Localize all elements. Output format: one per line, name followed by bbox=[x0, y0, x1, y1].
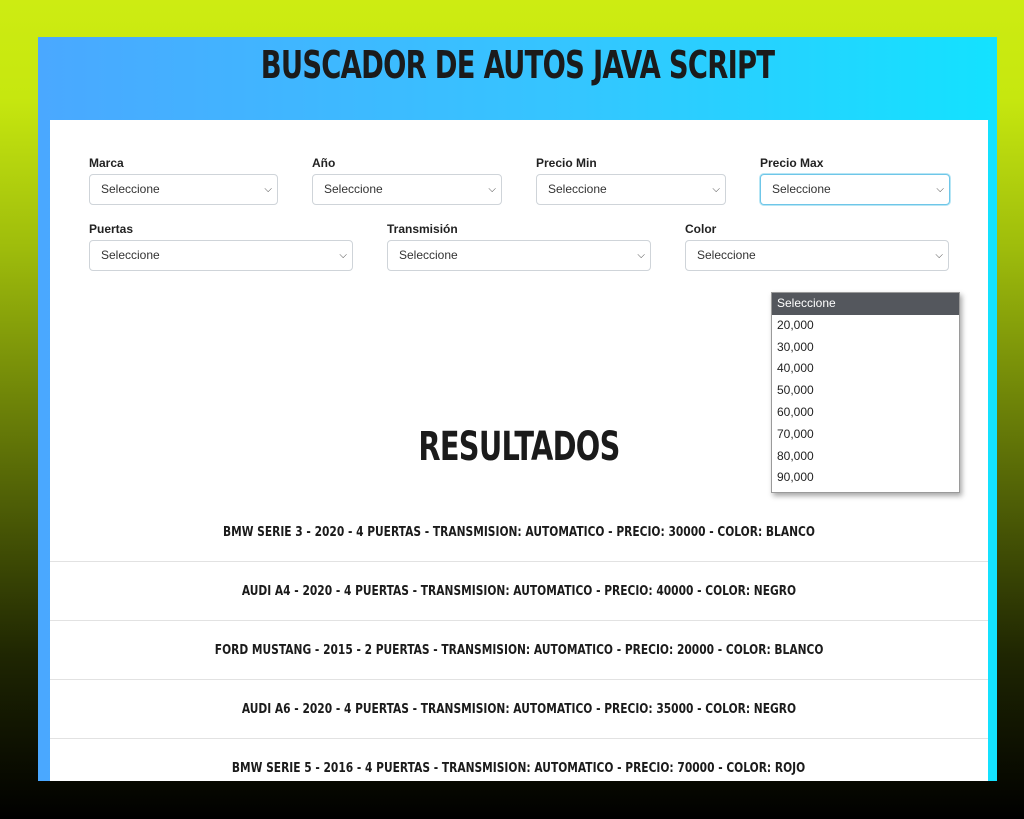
results-title: Resultados bbox=[418, 424, 620, 470]
transmision-select-value: Seleccione bbox=[399, 248, 458, 262]
result-item-text: Ford Mustang - 2015 - 2 Puertas - Transm… bbox=[214, 643, 824, 658]
precio-max-dropdown: Seleccione 20,000 30,000 40,000 50,000 6… bbox=[771, 292, 960, 493]
results-list: BMW Serie 3 - 2020 - 4 Puertas - Transmi… bbox=[50, 503, 988, 781]
precio-min-label: Precio Min bbox=[536, 156, 597, 170]
puertas-field: Puertas Seleccione ⌵ bbox=[89, 222, 353, 271]
result-item: BMW Serie 5 - 2016 - 4 Puertas - Transmi… bbox=[50, 739, 988, 781]
precio-max-select-value: Seleccione bbox=[772, 182, 831, 196]
app-frame: Buscador de Autos Java Script Marca Sele… bbox=[38, 37, 997, 781]
marca-field: Marca Seleccione ⌵ bbox=[89, 156, 278, 205]
chevron-down-icon: ⌵ bbox=[935, 250, 943, 261]
main-panel: Marca Seleccione ⌵ Año Seleccione ⌵ Prec… bbox=[50, 120, 988, 781]
precio-max-field: Precio Max Seleccione ⌵ bbox=[760, 156, 950, 205]
color-select-value: Seleccione bbox=[697, 248, 756, 262]
dropdown-option[interactable]: 50,000 bbox=[772, 380, 959, 402]
dropdown-option[interactable]: Seleccione bbox=[772, 293, 959, 315]
chevron-down-icon: ⌵ bbox=[637, 250, 645, 261]
precio-max-select[interactable]: Seleccione ⌵ bbox=[760, 174, 950, 205]
page-title: Buscador de Autos Java Script bbox=[260, 43, 775, 87]
dropdown-option[interactable]: 20,000 bbox=[772, 315, 959, 337]
chevron-down-icon: ⌵ bbox=[264, 184, 272, 195]
year-select[interactable]: Seleccione ⌵ bbox=[312, 174, 502, 205]
puertas-label: Puertas bbox=[89, 222, 134, 236]
dropdown-option[interactable]: 70,000 bbox=[772, 424, 959, 446]
dropdown-option[interactable]: 60,000 bbox=[772, 402, 959, 424]
result-item-text: BMW Serie 3 - 2020 - 4 Puertas - Transmi… bbox=[223, 525, 815, 540]
result-item: Audi A6 - 2020 - 4 Puertas - Transmision… bbox=[50, 680, 988, 739]
marca-select[interactable]: Seleccione ⌵ bbox=[89, 174, 278, 205]
transmision-label: Transmisión bbox=[387, 222, 458, 236]
color-label: Color bbox=[685, 222, 717, 236]
marca-select-value: Seleccione bbox=[101, 182, 160, 196]
result-item-text: Audi A6 - 2020 - 4 Puertas - Transmision… bbox=[241, 702, 797, 717]
color-field: Color Seleccione ⌵ bbox=[685, 222, 949, 271]
result-item: Ford Mustang - 2015 - 2 Puertas - Transm… bbox=[50, 621, 988, 680]
precio-min-field: Precio Min Seleccione ⌵ bbox=[536, 156, 726, 205]
chevron-down-icon: ⌵ bbox=[712, 184, 720, 195]
chevron-down-icon: ⌵ bbox=[339, 250, 347, 261]
dropdown-option[interactable]: 90,000 bbox=[772, 467, 959, 489]
marca-label: Marca bbox=[89, 156, 124, 170]
year-label: Año bbox=[312, 156, 336, 170]
year-field: Año Seleccione ⌵ bbox=[312, 156, 502, 205]
dropdown-option[interactable]: 40,000 bbox=[772, 358, 959, 380]
result-item: BMW Serie 3 - 2020 - 4 Puertas - Transmi… bbox=[50, 503, 988, 562]
dropdown-option[interactable]: 30,000 bbox=[772, 337, 959, 359]
transmision-select[interactable]: Seleccione ⌵ bbox=[387, 240, 651, 271]
result-item-text: BMW Serie 5 - 2016 - 4 Puertas - Transmi… bbox=[232, 761, 806, 776]
puertas-select-value: Seleccione bbox=[101, 248, 160, 262]
transmision-field: Transmisión Seleccione ⌵ bbox=[387, 222, 651, 271]
puertas-select[interactable]: Seleccione ⌵ bbox=[89, 240, 353, 271]
year-select-value: Seleccione bbox=[324, 182, 383, 196]
color-select[interactable]: Seleccione ⌵ bbox=[685, 240, 949, 271]
precio-min-select[interactable]: Seleccione ⌵ bbox=[536, 174, 726, 205]
result-item: Audi A4 - 2020 - 4 Puertas - Transmision… bbox=[50, 562, 988, 621]
result-item-text: Audi A4 - 2020 - 4 Puertas - Transmision… bbox=[241, 584, 797, 599]
precio-max-label: Precio Max bbox=[760, 156, 824, 170]
chevron-down-icon: ⌵ bbox=[488, 184, 496, 195]
precio-min-select-value: Seleccione bbox=[548, 182, 607, 196]
dropdown-option[interactable]: 80,000 bbox=[772, 446, 959, 468]
chevron-down-icon: ⌵ bbox=[936, 184, 944, 195]
